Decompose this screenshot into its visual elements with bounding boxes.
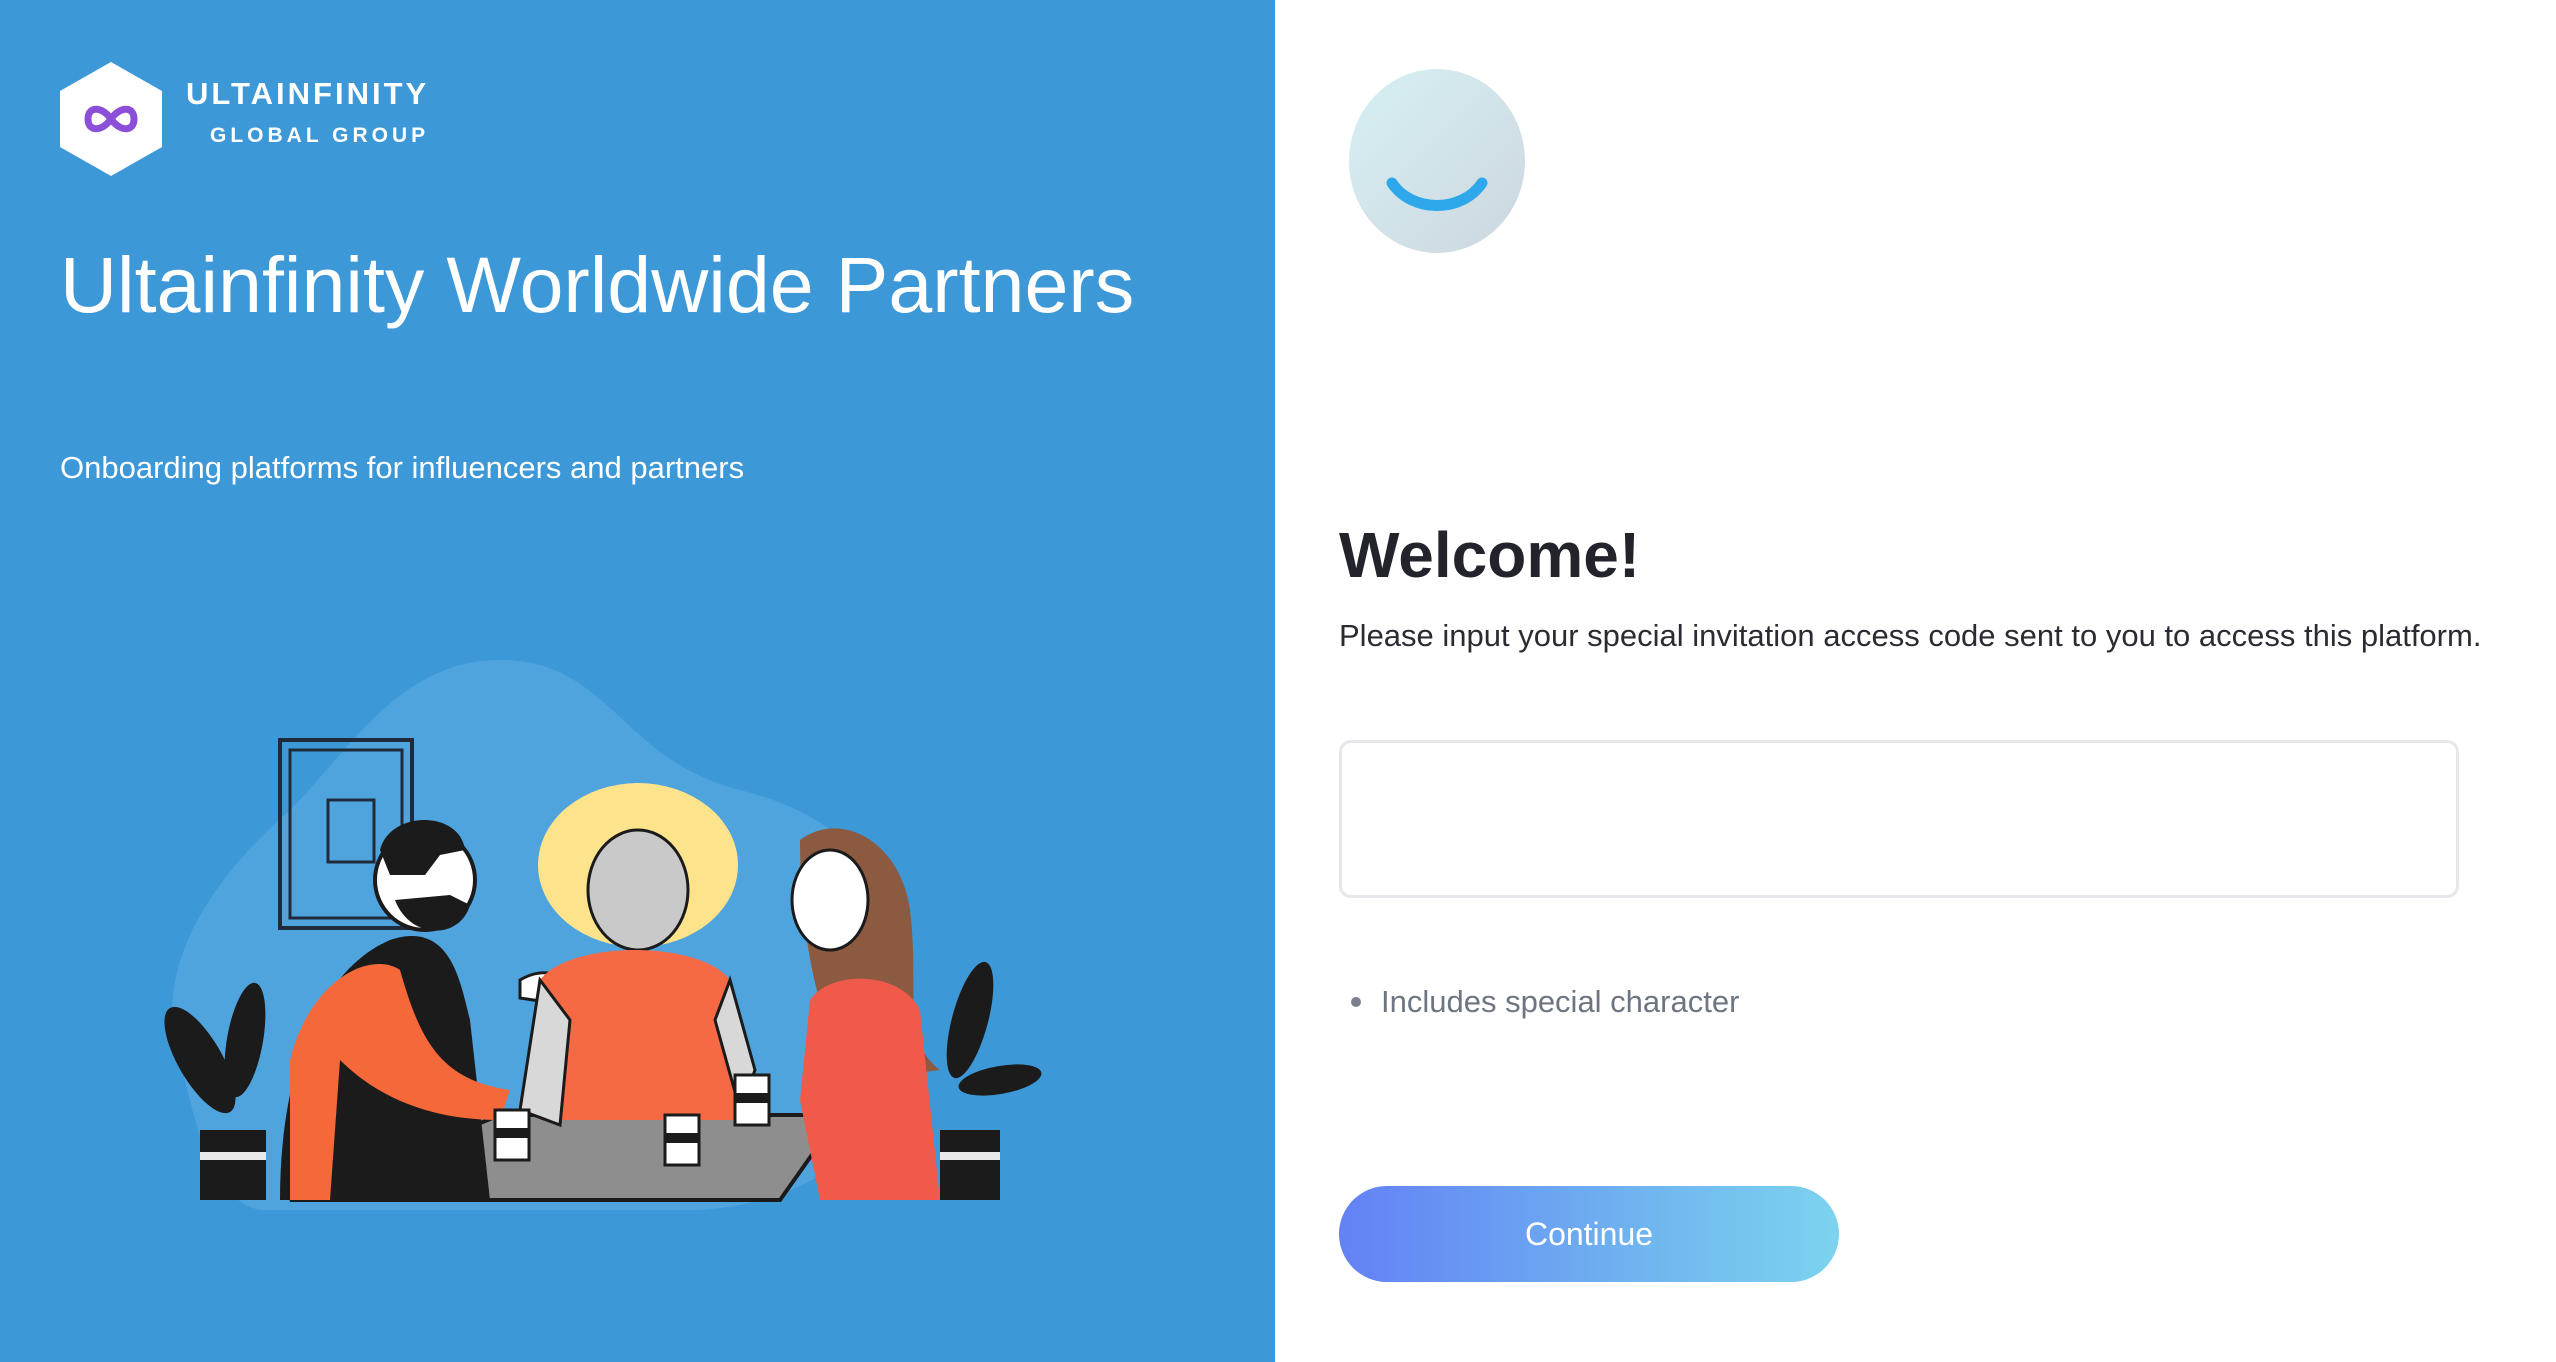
brand-subtitle: GLOBAL GROUP: [210, 124, 430, 147]
brand-name: ULTAINFINITY: [186, 76, 430, 111]
hero-subtitle: Onboarding platforms for influencers and…: [60, 450, 745, 485]
ultainfinity-logo: [60, 62, 162, 176]
smile-avatar-icon: [1349, 69, 1525, 253]
branding-panel: ULTAINFINITY GLOBAL GROUP Ultainfinity W…: [0, 0, 1275, 1362]
hero-title: Ultainfinity Worldwide Partners: [60, 240, 1135, 329]
rule-label: Includes special character: [1381, 984, 1740, 1019]
welcome-heading: Welcome!: [1339, 519, 1641, 591]
instructions-text: Please input your special invitation acc…: [1339, 618, 2482, 653]
people-at-coffee-table-illustration: [164, 660, 1042, 1210]
rule-special-character: Includes special character: [1351, 984, 1739, 1020]
continue-button[interactable]: Continue: [1339, 1186, 1839, 1282]
access-code-input[interactable]: [1339, 740, 2459, 898]
bullet-icon: [1351, 997, 1361, 1007]
access-code-panel: Welcome! Please input your special invit…: [1275, 0, 2556, 1362]
